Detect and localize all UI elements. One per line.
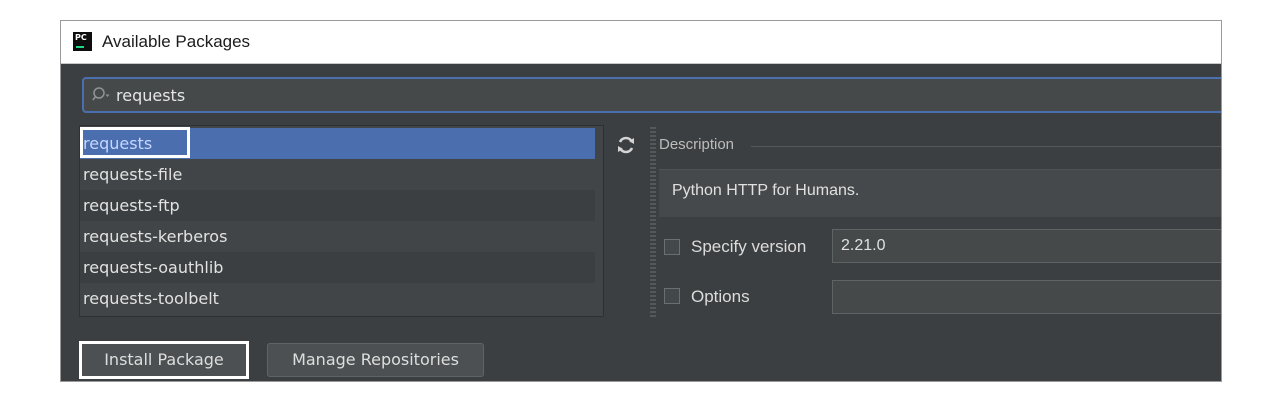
package-item-requests-file[interactable]: requests-file: [80, 159, 595, 190]
search-icon[interactable]: [92, 86, 112, 104]
options-checkbox[interactable]: [664, 288, 680, 304]
available-packages-dialog: PC Available Packages requests requests-…: [60, 20, 1222, 382]
refresh-column: [609, 125, 643, 317]
panel-splitter[interactable]: [650, 125, 656, 317]
options-field[interactable]: [832, 280, 1221, 314]
specify-version-label: Specify version: [691, 237, 807, 256]
search-box[interactable]: [82, 77, 1221, 113]
package-item-requests-ftp[interactable]: requests-ftp: [80, 190, 595, 221]
package-label: requests-file: [83, 165, 183, 184]
title-bar: PC Available Packages: [61, 21, 1221, 64]
refresh-icon[interactable]: [615, 134, 637, 156]
description-panel: Python HTTP for Humans.: [659, 169, 1221, 217]
search-input[interactable]: [116, 79, 1016, 111]
package-label: requests-ftp: [83, 196, 180, 215]
logo-text: PC: [75, 33, 87, 42]
version-field[interactable]: [832, 229, 1221, 263]
annotation-highlight-box: [80, 127, 190, 158]
options-label: Options: [691, 287, 750, 306]
specify-version-checkbox[interactable]: [664, 239, 680, 255]
package-item-requests-kerberos[interactable]: requests-kerberos: [80, 221, 595, 252]
description-text: Python HTTP for Humans.: [672, 182, 860, 199]
package-item-requests-toolbelt[interactable]: requests-toolbelt: [80, 283, 595, 314]
install-package-button[interactable]: Install Package: [79, 341, 249, 379]
package-label: requests-kerberos: [83, 227, 228, 246]
package-label: requests-toolbelt: [83, 289, 219, 308]
pycharm-logo-icon: PC: [73, 32, 92, 51]
window-title: Available Packages: [102, 32, 251, 51]
package-item-requests-oauthlib[interactable]: requests-oauthlib: [80, 252, 595, 283]
package-label: requests-oauthlib: [83, 258, 224, 277]
manage-repositories-button[interactable]: Manage Repositories: [267, 343, 484, 377]
description-heading: Description: [659, 136, 735, 153]
package-list[interactable]: requests requests-file requests-ftp requ…: [79, 125, 624, 317]
description-divider: [751, 146, 1221, 147]
